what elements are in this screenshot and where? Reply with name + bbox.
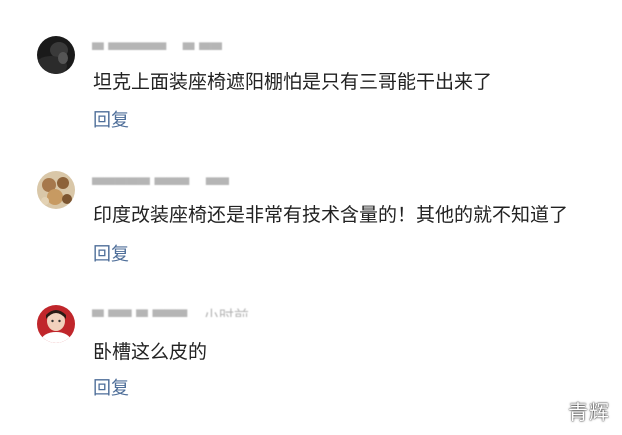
comment-text: 印度改装座椅还是非常有技术含量的！其他的就不知道了 [93, 204, 569, 226]
comment-time: ▇▇ [205, 175, 229, 185]
user-avatar[interactable] [37, 171, 75, 209]
red-avatar-icon [37, 305, 75, 343]
username[interactable]: ▇▇▇▇▇ ▇▇▇ [92, 175, 189, 185]
food-avatar-icon [37, 171, 75, 209]
comment-time: ▇ ▇▇ [182, 40, 223, 50]
reply-button[interactable]: 回复 [93, 110, 129, 132]
comment-meta: ▇ ▇▇▇▇▇ ▇ ▇▇ [92, 40, 222, 50]
comment-meta: ▇▇▇▇▇ ▇▇▇ ▇▇ [92, 175, 229, 185]
comment-time: 小时前 [203, 307, 249, 317]
comment-text: 卧槽这么皮的 [93, 341, 208, 363]
comment-text: 坦克上面装座椅遮阳棚怕是只有三哥能干出来了 [93, 71, 493, 93]
reply-button[interactable]: 回复 [93, 378, 129, 400]
comment-meta: ▇ ▇▇ ▇ ▇▇▇ 小时前 [92, 307, 249, 317]
dark-avatar-icon [37, 36, 75, 74]
username[interactable]: ▇ ▇▇▇▇▇ [92, 40, 166, 50]
user-avatar[interactable] [37, 305, 75, 343]
user-avatar[interactable] [37, 36, 75, 74]
reply-button[interactable]: 回复 [93, 244, 129, 266]
watermark: 青辉 [568, 400, 610, 424]
username[interactable]: ▇ ▇▇ ▇ ▇▇▇ [92, 307, 187, 317]
